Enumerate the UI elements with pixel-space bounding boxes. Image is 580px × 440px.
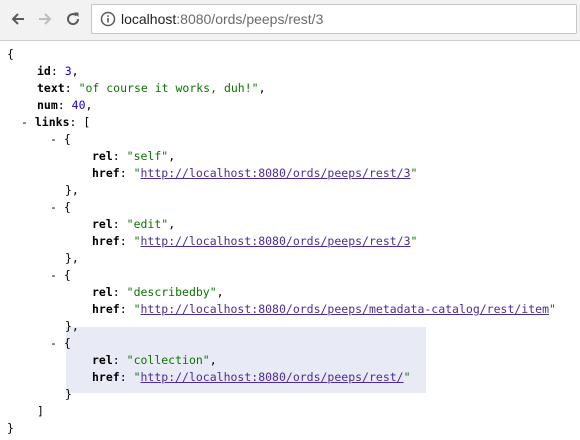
json-viewer: { id: 3, text: "of course it works, duh!… <box>0 41 580 440</box>
link-item-open: - { <box>50 199 71 216</box>
json-key: rel <box>92 217 113 231</box>
item-collapse-toggle[interactable]: - <box>50 336 57 350</box>
json-key: num <box>37 98 58 112</box>
json-key: href <box>92 234 120 248</box>
json-key: id <box>37 64 51 78</box>
item-open-brace: { <box>63 268 71 282</box>
rel-line: rel: "self", <box>92 149 176 163</box>
item-close-brace: }, <box>65 319 79 333</box>
item-collapse-toggle[interactable]: - <box>50 268 57 282</box>
href-line: href: "http://localhost:8080/ords/peeps/… <box>92 370 411 384</box>
href-line: href: "http://localhost:8080/ords/peeps/… <box>92 234 418 248</box>
json-number: 40 <box>71 98 86 112</box>
href-link[interactable]: http://localhost:8080/ords/peeps/metadat… <box>141 302 550 316</box>
link-item-open: - { <box>50 131 71 148</box>
root-open-brace: { <box>7 47 14 61</box>
href-link[interactable]: http://localhost:8080/ords/peeps/rest/3 <box>141 234 411 248</box>
item-close-brace: }, <box>65 183 79 197</box>
info-icon[interactable] <box>100 11 116 27</box>
rel-line: rel: "edit", <box>92 217 176 231</box>
link-item-open: - { <box>50 267 71 284</box>
quote-mark: " <box>133 302 141 316</box>
json-key: rel <box>92 285 113 299</box>
item-close-brace: }, <box>65 251 79 265</box>
href-line: href: "http://localhost:8080/ords/peeps/… <box>92 166 418 180</box>
json-string: "of course it works, duh!" <box>78 81 259 95</box>
quote-mark: " <box>133 166 141 180</box>
array-close-bracket: ] <box>37 404 44 418</box>
item-open-brace: { <box>63 132 71 146</box>
links-line: - links: [ <box>21 115 91 129</box>
links-collapse-toggle[interactable]: - <box>21 115 28 129</box>
json-key: rel <box>92 149 113 163</box>
num-line: num: 40, <box>37 98 93 112</box>
json-key: href <box>92 370 120 384</box>
json-key: rel <box>92 353 113 367</box>
href-link[interactable]: http://localhost:8080/ords/peeps/rest/3 <box>141 166 411 180</box>
reload-icon <box>67 12 80 26</box>
json-string: "edit" <box>126 217 169 231</box>
address-bar[interactable]: localhost:8080/ords/peeps/rest/3 <box>91 4 577 34</box>
rel-line: rel: "describedby", <box>92 285 224 299</box>
json-key: links <box>34 115 70 129</box>
array-open-bracket: [ <box>83 115 91 129</box>
item-collapse-toggle[interactable]: - <box>50 200 57 214</box>
json-key: href <box>92 302 120 316</box>
back-button[interactable] <box>7 8 29 30</box>
json-number: 3 <box>64 64 72 78</box>
text-line: text: "of course it works, duh!", <box>37 81 266 95</box>
quote-mark: " <box>133 370 141 384</box>
root-close-brace: } <box>7 421 14 435</box>
url-host: localhost <box>121 11 177 27</box>
id-line: id: 3, <box>37 64 79 78</box>
quote-mark: " <box>133 234 141 248</box>
forward-arrow-icon <box>39 13 52 25</box>
item-open-brace: { <box>63 336 71 350</box>
reload-button[interactable] <box>62 8 84 30</box>
json-key: href <box>92 166 120 180</box>
url-path: :8080/ords/peeps/rest/3 <box>176 11 324 27</box>
browser-toolbar: localhost:8080/ords/peeps/rest/3 <box>0 0 580 41</box>
json-string: "collection" <box>126 353 210 367</box>
json-string: "describedby" <box>126 285 217 299</box>
quote-mark: " <box>549 302 556 316</box>
quote-mark: " <box>410 166 418 180</box>
back-arrow-icon <box>11 13 24 25</box>
quote-mark: " <box>410 234 418 248</box>
href-link[interactable]: http://localhost:8080/ords/peeps/rest/ <box>141 370 404 384</box>
json-string: "self" <box>126 149 169 163</box>
quote-mark: " <box>403 370 411 384</box>
href-line: href: "http://localhost:8080/ords/peeps/… <box>92 302 556 316</box>
item-collapse-toggle[interactable]: - <box>50 132 57 146</box>
rel-line: rel: "collection", <box>92 353 217 367</box>
url-text[interactable]: localhost:8080/ords/peeps/rest/3 <box>121 11 323 27</box>
item-close-brace: } <box>65 387 72 401</box>
json-key: text <box>37 81 65 95</box>
forward-button[interactable] <box>34 8 56 30</box>
item-open-brace: { <box>63 200 71 214</box>
link-item-open: - { <box>50 335 71 352</box>
